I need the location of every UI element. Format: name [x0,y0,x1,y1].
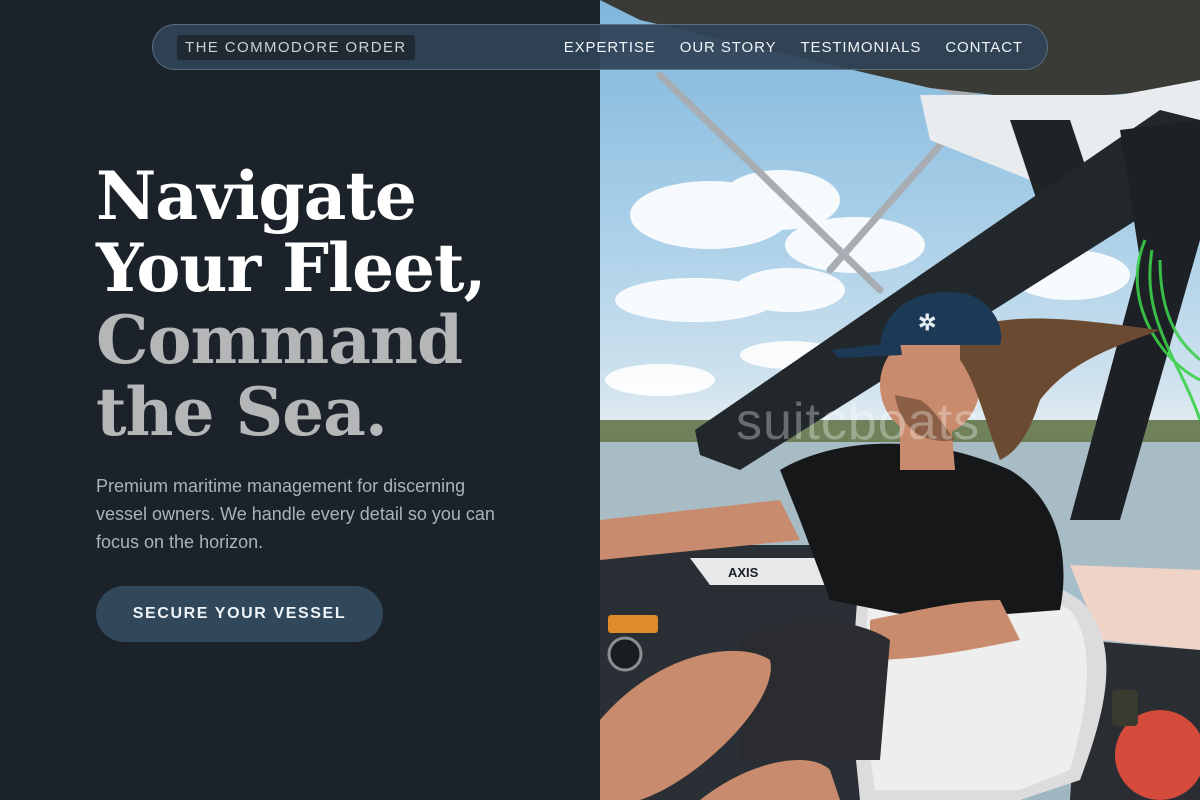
nav-link-our-story[interactable]: OUR STORY [680,39,777,56]
nav-link-expertise[interactable]: EXPERTISE [564,39,656,56]
headline-line-4: the Sea. [96,373,388,451]
headline-line-2: Your Fleet, [96,229,487,307]
image-watermark: suitcboats [736,393,981,451]
nav-link-testimonials[interactable]: TESTIMONIALS [800,39,921,56]
hero-headline: Navigate Your Fleet, Command the Sea. [96,157,487,451]
hero-image: AXIS ✲ suitcboats [600,0,1200,800]
secure-vessel-button[interactable]: SECURE YOUR VESSEL [96,586,383,642]
nav-link-contact[interactable]: CONTACT [945,39,1023,56]
headline-line-3: Command [96,301,463,379]
headline-line-1: Navigate [96,157,417,235]
hero-subtext: Premium maritime management for discerni… [96,476,495,552]
svg-text:✲: ✲ [918,310,936,335]
brand-logo-link[interactable]: THE COMMODORE ORDER [177,34,415,60]
svg-text:AXIS: AXIS [728,565,759,580]
top-nav: THE COMMODORE ORDER EXPERTISE OUR STORY … [152,24,1048,70]
nav-links: EXPERTISE OUR STORY TESTIMONIALS CONTACT [564,39,1023,56]
